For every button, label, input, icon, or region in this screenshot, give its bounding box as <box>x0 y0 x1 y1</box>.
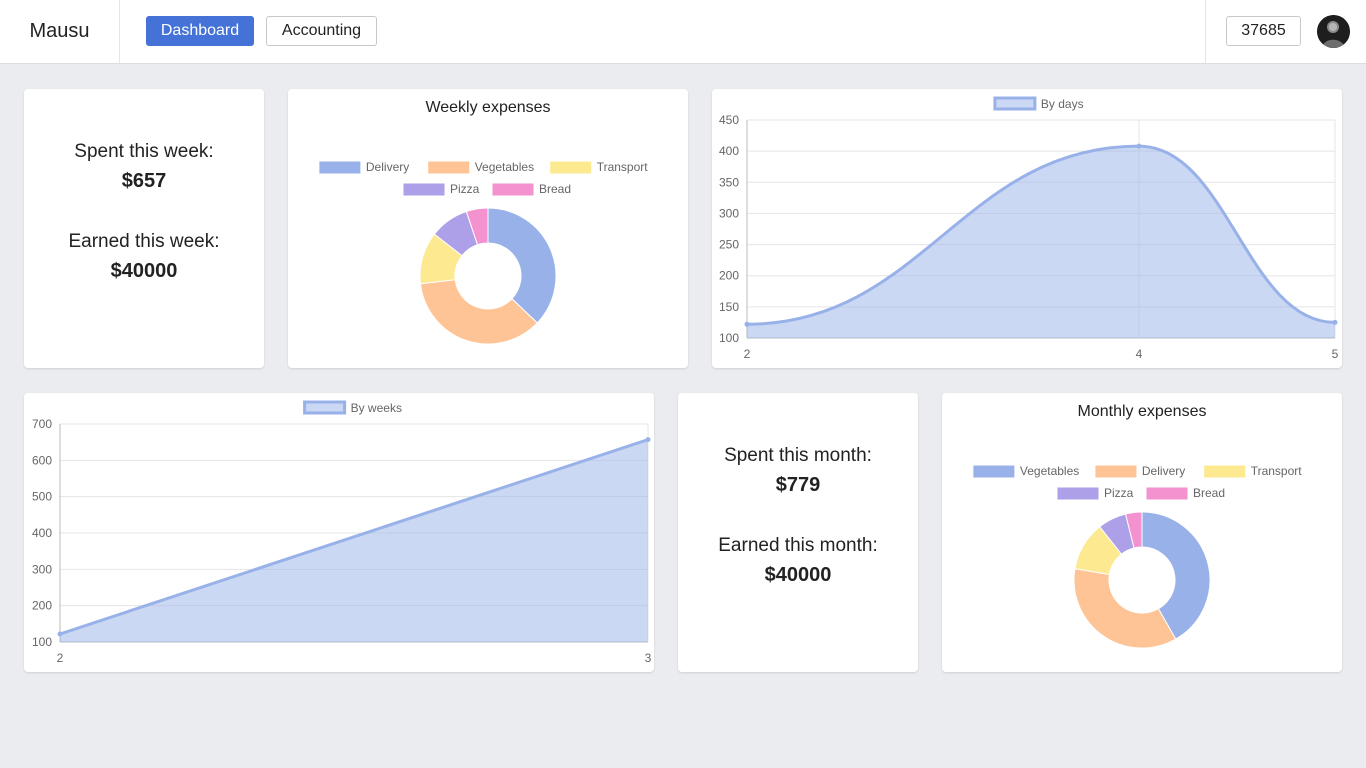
user-area: 37685 <box>1205 0 1366 63</box>
by-days-card: By days 100 150 200 250 300 350 400 450 2 4 5 <box>712 89 1342 368</box>
spent-week-value: $657 <box>121 170 167 192</box>
monthly-expenses-legend-label-4: Bread <box>1193 486 1225 500</box>
by-days-point-1 <box>1136 143 1142 149</box>
earned-month-label: Earned this month: <box>718 535 878 556</box>
user-avatar[interactable] <box>1317 15 1350 48</box>
by-weeks-ytick-3: 400 <box>32 526 52 540</box>
by-weeks-ytick-5: 600 <box>32 453 52 467</box>
earned-month-value: $40000 <box>764 564 832 586</box>
by-days-ytick-7: 450 <box>719 113 739 127</box>
weekly-expenses-legend-swatch-1 <box>428 161 470 174</box>
by-days-chart: By days 100 150 200 250 300 350 400 450 2 4 5 <box>719 96 1339 361</box>
by-days-legend-swatch <box>993 96 1037 111</box>
by-days-ytick-0: 100 <box>719 331 739 345</box>
by-weeks-card: By weeks 100 200 300 400 500 600 700 2 3 <box>24 393 654 672</box>
spent-week-label: Spent this week: <box>74 141 214 162</box>
earned-week-value: $40000 <box>110 260 178 282</box>
monthly-expenses-legend-label-0: Vegetables <box>1020 464 1079 478</box>
by-days-xtick-0: 2 <box>744 347 751 361</box>
by-days-ytick-6: 400 <box>719 144 739 158</box>
by-days-ytick-2: 200 <box>719 269 739 283</box>
weekly-expenses-legend-swatch-0 <box>319 161 361 174</box>
by-weeks-ytick-0: 100 <box>32 635 52 649</box>
weekly-expenses-chart: Delivery Vegetables Transport Pizza Bread <box>319 160 649 345</box>
spent-month-label: Spent this month: <box>724 445 872 466</box>
earned-week-label: Earned this week: <box>68 231 220 252</box>
by-days-area-fill <box>747 146 1335 338</box>
by-weeks-point-1 <box>645 437 651 443</box>
by-days-point-0 <box>744 321 750 327</box>
monthly-expenses-legend-swatch-0 <box>973 465 1015 478</box>
weekly-expenses-legend-swatch-4 <box>492 183 534 196</box>
by-days-ytick-4: 300 <box>719 206 739 220</box>
by-days-ytick-3: 250 <box>719 238 739 252</box>
by-weeks-ytick-1: 200 <box>32 599 52 613</box>
monthly-summary-card: Spent this month: $779 Earned this month… <box>678 393 918 672</box>
brand-logo[interactable]: Mausu <box>0 0 120 63</box>
weekly-expenses-legend-label-4: Bread <box>539 182 571 196</box>
weekly-expenses-legend-swatch-3 <box>403 183 445 196</box>
weekly-expenses-legend-swatch-2 <box>550 161 592 174</box>
weekly-summary-card: Spent this week: $657 Earned this week: … <box>24 89 264 368</box>
by-days-xtick-1: 4 <box>1136 347 1143 361</box>
spent-month-value: $779 <box>775 474 821 496</box>
by-weeks-xtick-1: 3 <box>645 651 652 665</box>
weekly-expenses-legend-label-0: Delivery <box>366 160 409 174</box>
weekly-expenses-legend-label-1: Vegetables <box>475 160 534 174</box>
nav-accounting-button[interactable]: Accounting <box>266 16 377 46</box>
weekly-expenses-legend-label-3: Pizza <box>450 182 480 196</box>
by-weeks-point-0 <box>57 631 63 637</box>
nav-dashboard-button[interactable]: Dashboard <box>146 16 254 46</box>
weekly-expenses-slice-0 <box>487 207 557 324</box>
by-weeks-ytick-4: 500 <box>32 490 52 504</box>
by-weeks-ytick-6: 700 <box>32 417 52 431</box>
monthly-expenses-card: Monthly expenses Vegetables Delivery Trans… <box>942 393 1342 672</box>
by-days-ytick-5: 350 <box>719 175 739 189</box>
weekly-expenses-legend-label-2: Transport <box>597 160 649 174</box>
by-days-ytick-1: 150 <box>719 300 739 314</box>
balance-display[interactable]: 37685 <box>1226 16 1301 46</box>
monthly-expenses-legend-swatch-3 <box>1057 487 1099 500</box>
by-weeks-ytick-2: 300 <box>32 562 52 576</box>
by-weeks-legend-label: By weeks <box>351 401 402 415</box>
top-bar: Mausu Dashboard Accounting 37685 <box>0 0 1366 64</box>
monthly-expenses-legend-swatch-1 <box>1095 465 1137 478</box>
monthly-expenses-legend-swatch-4 <box>1146 487 1188 500</box>
by-days-point-2 <box>1332 319 1338 325</box>
by-days-xtick-2: 5 <box>1332 347 1339 361</box>
monthly-expenses-legend-label-3: Pizza <box>1104 486 1134 500</box>
monthly-expenses-chart: Vegetables Delivery Transport Pizza Bread <box>973 464 1303 649</box>
by-weeks-chart: By weeks 100 200 300 400 500 600 700 2 3 <box>32 400 652 665</box>
monthly-expenses-legend-label-1: Delivery <box>1142 464 1185 478</box>
monthly-expenses-legend-swatch-2 <box>1204 465 1246 478</box>
by-weeks-legend-swatch <box>303 400 347 415</box>
monthly-expenses-legend-label-2: Transport <box>1251 464 1303 478</box>
weekly-expenses-card: Weekly expenses Delivery Vegetables Transp… <box>288 89 688 368</box>
avatar-icon <box>1317 15 1350 48</box>
by-days-legend-label: By days <box>1041 97 1084 111</box>
by-weeks-xtick-0: 2 <box>57 651 64 665</box>
